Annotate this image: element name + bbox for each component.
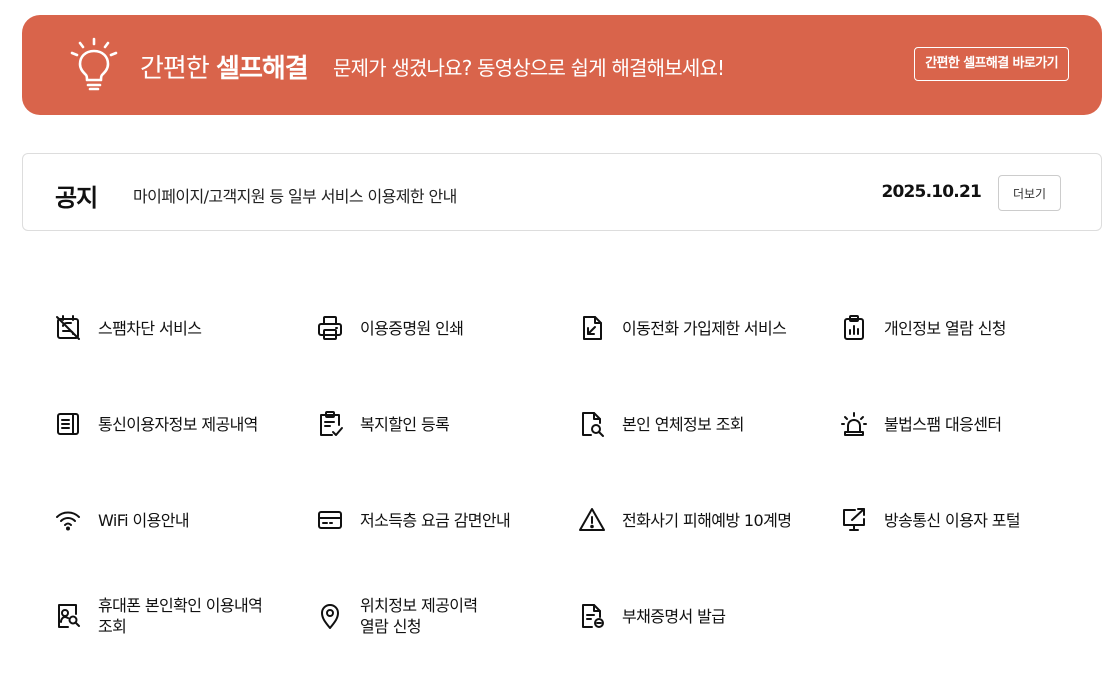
service-item-label: 복지할인 등록 bbox=[360, 414, 450, 434]
document-minus-icon bbox=[578, 602, 606, 630]
self-help-shortcut-button[interactable]: 간편한 셀프해결 바로가기 bbox=[914, 47, 1069, 81]
service-item-label: 위치정보 제공이력 열람 신청 bbox=[360, 596, 478, 636]
wifi-icon bbox=[54, 506, 82, 534]
spam-block-icon bbox=[54, 314, 82, 342]
banner-title: 간편한 셀프해결 bbox=[140, 48, 309, 85]
service-item-low-income-discount[interactable]: 저소득층 요금 감면안내 bbox=[316, 490, 566, 550]
card-icon bbox=[316, 506, 344, 534]
service-item-spam-block[interactable]: 스팸차단 서비스 bbox=[54, 298, 304, 358]
notice-label: 공지 bbox=[55, 184, 98, 212]
banner-title-bold: 셀프해결 bbox=[216, 54, 309, 84]
self-help-banner: 간편한 셀프해결 문제가 생겼나요? 동영상으로 쉽게 해결해보세요! 간편한 … bbox=[22, 15, 1102, 115]
service-item-privacy-request[interactable]: 개인정보 열람 신청 bbox=[840, 298, 1090, 358]
warning-icon bbox=[578, 506, 606, 534]
user-search-icon bbox=[54, 602, 82, 630]
service-item-delinquency-lookup[interactable]: 본인 연체정보 조회 bbox=[578, 394, 828, 454]
service-item-label: 개인정보 열람 신청 bbox=[884, 318, 1007, 338]
service-item-label: 이동전화 가입제한 서비스 bbox=[622, 318, 787, 338]
location-pin-icon bbox=[316, 602, 344, 630]
service-item-mobile-restrict[interactable]: 이동전화 가입제한 서비스 bbox=[578, 298, 828, 358]
service-item-welfare-discount[interactable]: 복지할인 등록 bbox=[316, 394, 566, 454]
siren-icon bbox=[840, 410, 868, 438]
service-item-debt-certificate[interactable]: 부채증명서 발급 bbox=[578, 586, 828, 646]
service-item-wifi-guide[interactable]: WiFi 이용안내 bbox=[54, 490, 304, 550]
service-item-label: 휴대폰 본인확인 이용내역 조회 bbox=[98, 596, 263, 636]
lightbulb-icon bbox=[70, 37, 118, 93]
banner-subtitle: 문제가 생겼나요? 동영상으로 쉽게 해결해보세요! bbox=[333, 56, 725, 80]
service-item-usage-certificate[interactable]: 이용증명원 인쇄 bbox=[316, 298, 566, 358]
service-item-label: 통신이용자정보 제공내역 bbox=[98, 414, 258, 434]
service-item-broadcast-portal[interactable]: 방송통신 이용자 포털 bbox=[840, 490, 1090, 550]
document-search-icon bbox=[578, 410, 606, 438]
service-item-user-info-history[interactable]: 통신이용자정보 제공내역 bbox=[54, 394, 304, 454]
notice-bar: 공지 마이페이지/고객지원 등 일부 서비스 이용제한 안내 2025.10.2… bbox=[22, 153, 1102, 231]
service-item-phone-fraud-tips[interactable]: 전화사기 피해예방 10계명 bbox=[578, 490, 828, 550]
service-item-label: 불법스팸 대응센터 bbox=[884, 414, 1002, 434]
clipboard-chart-icon bbox=[840, 314, 868, 342]
notice-date: 2025.10.21 bbox=[881, 182, 981, 202]
notice-link[interactable]: 마이페이지/고객지원 등 일부 서비스 이용제한 안내 bbox=[133, 183, 457, 207]
service-item-label: 본인 연체정보 조회 bbox=[622, 414, 745, 434]
service-item-label: 전화사기 피해예방 10계명 bbox=[622, 510, 792, 530]
service-item-label: 스팸차단 서비스 bbox=[98, 318, 202, 338]
document-restrict-icon bbox=[578, 314, 606, 342]
service-item-label: 저소득층 요금 감면안내 bbox=[360, 510, 511, 530]
service-item-spam-center[interactable]: 불법스팸 대응센터 bbox=[840, 394, 1090, 454]
service-item-label: 이용증명원 인쇄 bbox=[360, 318, 464, 338]
service-item-label: 부채증명서 발급 bbox=[622, 606, 726, 626]
notice-more-button[interactable]: 더보기 bbox=[998, 175, 1061, 211]
service-item-label: WiFi 이용안내 bbox=[98, 510, 190, 530]
service-item-phone-verification-history[interactable]: 휴대폰 본인확인 이용내역 조회 bbox=[54, 586, 304, 646]
monitor-link-icon bbox=[840, 506, 868, 534]
service-item-location-history[interactable]: 위치정보 제공이력 열람 신청 bbox=[316, 586, 566, 646]
banner-title-prefix: 간편한 bbox=[140, 54, 210, 84]
document-list-icon bbox=[54, 410, 82, 438]
service-item-label: 방송통신 이용자 포털 bbox=[884, 510, 1021, 530]
clipboard-check-icon bbox=[316, 410, 344, 438]
printer-icon bbox=[316, 314, 344, 342]
